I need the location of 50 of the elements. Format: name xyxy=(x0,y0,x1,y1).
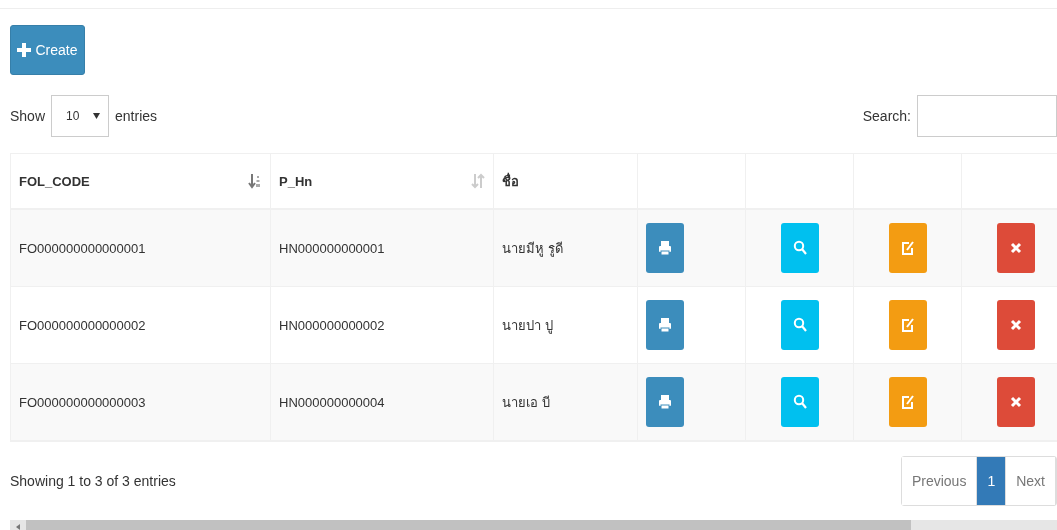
delete-button[interactable] xyxy=(996,377,1035,427)
search-label: Search: xyxy=(862,108,911,124)
edit-button[interactable] xyxy=(888,300,927,350)
pagination-button[interactable]: 1 xyxy=(977,457,1007,505)
edit-icon xyxy=(900,394,915,410)
printer-icon xyxy=(658,394,672,410)
horizontal-scrollbar[interactable] xyxy=(10,520,1057,530)
search-icon xyxy=(792,394,807,410)
delete-button[interactable] xyxy=(996,300,1035,350)
create-button[interactable]: Create xyxy=(10,25,85,75)
dropdown-caret-icon xyxy=(93,113,101,119)
view-button[interactable] xyxy=(780,223,819,273)
entries-label: entries xyxy=(115,108,158,124)
print-button[interactable] xyxy=(646,377,684,427)
view-button[interactable] xyxy=(780,377,819,427)
table-cell: FO000000000000003 xyxy=(19,394,146,410)
table-cell-text: นายเอ บี xyxy=(502,393,550,412)
printer-icon xyxy=(658,240,672,256)
sort-ascending-icon[interactable] xyxy=(248,173,262,189)
search-field[interactable] xyxy=(917,95,1057,137)
table-info: Showing 1 to 3 of 3 entries xyxy=(10,473,176,489)
column-header[interactable]: P_Hn xyxy=(271,154,494,210)
edit-button[interactable] xyxy=(888,377,927,427)
plus-icon xyxy=(17,43,32,57)
close-icon xyxy=(1009,319,1022,331)
table-cell-text: นายปา ปู xyxy=(502,316,553,336)
delete-button[interactable] xyxy=(996,223,1035,273)
table-cell: HN000000000002 xyxy=(279,317,385,333)
search-icon xyxy=(792,317,807,333)
edit-icon xyxy=(900,317,915,333)
view-button[interactable] xyxy=(780,300,819,350)
column-header[interactable]: FOL_CODE xyxy=(11,154,271,210)
search-icon xyxy=(792,240,807,256)
print-button[interactable] xyxy=(646,300,684,350)
table-cell: FO000000000000002 xyxy=(19,317,146,333)
page-size-select[interactable]: 10 xyxy=(51,95,110,137)
table-cell: FO000000000000001 xyxy=(19,240,146,256)
edit-icon xyxy=(900,240,915,256)
close-icon xyxy=(1009,242,1022,254)
column-header[interactable]: ชื่อ xyxy=(494,154,638,210)
show-label: Show xyxy=(10,108,46,124)
edit-button[interactable] xyxy=(888,223,927,273)
table-cell-text: นายมีหู รูดี xyxy=(502,239,563,259)
table-cell: HN000000000001 xyxy=(279,240,385,256)
pagination-button[interactable]: Previous xyxy=(901,457,978,505)
print-button[interactable] xyxy=(646,223,684,273)
printer-icon xyxy=(658,317,672,333)
table-cell: HN000000000004 xyxy=(279,394,385,410)
sort-icon[interactable] xyxy=(471,173,485,189)
close-icon xyxy=(1009,396,1022,408)
